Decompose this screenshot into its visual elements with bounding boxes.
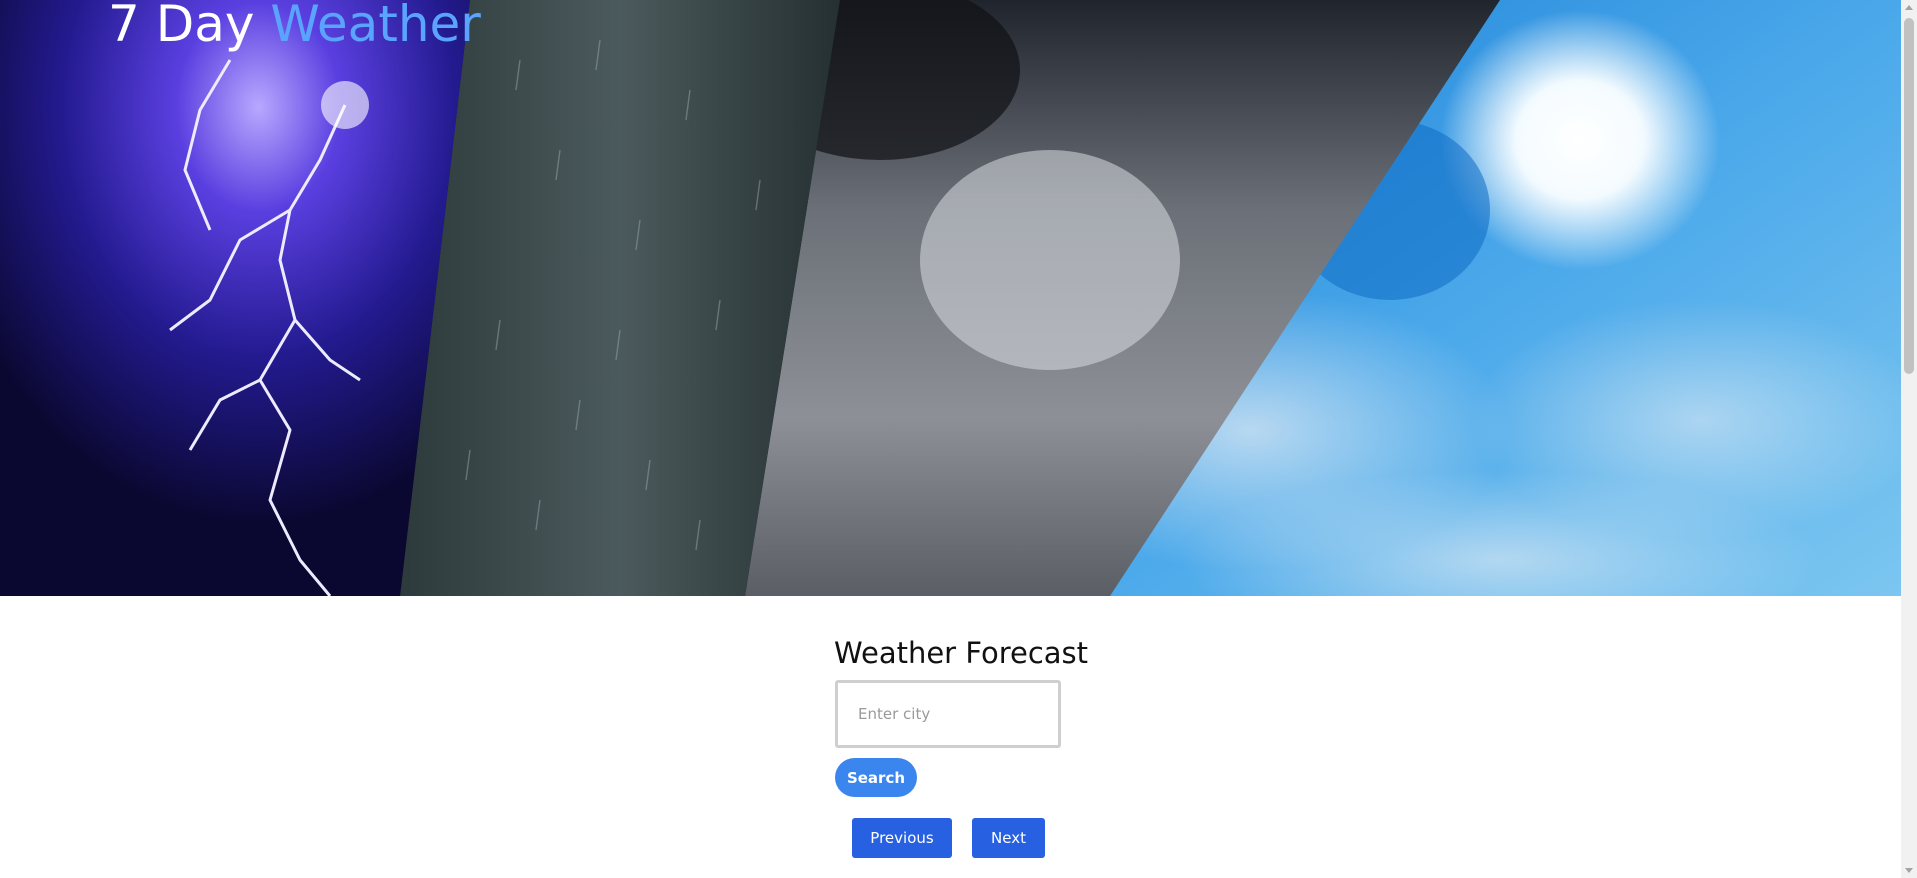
- scrollbar-thumb[interactable]: [1904, 18, 1914, 374]
- vertical-scrollbar[interactable]: [1901, 0, 1917, 878]
- hero-banner: 7 Day Weather: [0, 0, 1901, 596]
- scroll-up-arrow-icon[interactable]: [1905, 5, 1913, 10]
- site-title-part1: 7 Day: [108, 0, 271, 53]
- scroll-down-arrow-icon[interactable]: [1905, 868, 1913, 873]
- forecast-section: Weather Forecast Search Previous Next: [0, 596, 1901, 878]
- page: 7 Day Weather Weather Forecast Search Pr…: [0, 0, 1901, 878]
- forecast-heading: Weather Forecast: [834, 636, 1089, 670]
- site-title: 7 Day Weather: [108, 0, 481, 54]
- weather-collage-image: [0, 0, 1901, 596]
- site-title-part2: Weather: [270, 0, 481, 53]
- search-button[interactable]: Search: [835, 758, 917, 797]
- next-button[interactable]: Next: [972, 818, 1045, 858]
- previous-button[interactable]: Previous: [852, 818, 952, 858]
- city-search-input[interactable]: [835, 680, 1061, 748]
